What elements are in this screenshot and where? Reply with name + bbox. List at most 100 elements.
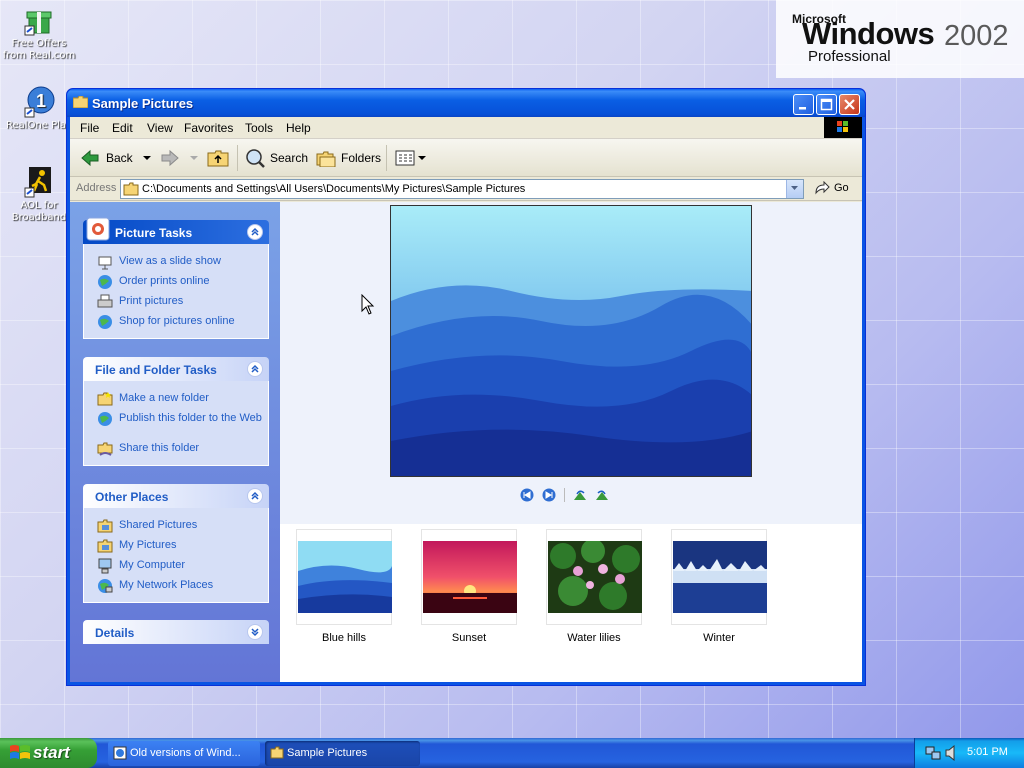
task-pane: Picture Tasks View as a slide show Order (70, 202, 280, 682)
maximize-button[interactable] (816, 94, 837, 115)
previous-image-icon[interactable] (520, 488, 534, 502)
taskbar-button-sample-pictures[interactable]: Sample Pictures (265, 741, 420, 766)
panel-body: Make a new folder Publish this folder to… (83, 381, 269, 466)
rotate-clockwise-icon[interactable] (573, 488, 587, 502)
task-publish-web[interactable]: Publish this folder to the Web (84, 409, 268, 439)
task-order-prints[interactable]: Order prints online (84, 272, 268, 292)
search-label: Search (270, 151, 309, 165)
toolbar-separator (237, 145, 238, 171)
collapse-chevron-icon[interactable] (247, 488, 263, 504)
thumbnail-label: Sunset (451, 632, 487, 644)
place-my-pictures[interactable]: My Pictures (84, 536, 268, 556)
filmstrip-controls (520, 487, 609, 503)
collapse-chevron-icon[interactable] (247, 224, 263, 240)
minimize-button[interactable] (793, 94, 814, 115)
folder-icon (123, 182, 139, 196)
window-body: File Edit View Favorites Tools Help Back (70, 117, 862, 682)
chevron-down-icon (142, 156, 151, 160)
task-label: Publish this folder to the Web (119, 412, 262, 424)
thumbnail-sunset[interactable] (421, 529, 517, 625)
task-label: Order prints online (119, 275, 210, 287)
slideshow-icon (98, 256, 112, 270)
task-shop-pictures[interactable]: Shop for pictures online (84, 312, 268, 332)
place-shared-pictures[interactable]: Shared Pictures (84, 516, 268, 536)
other-places-panel: Other Places Shared Pictures My Pictures (83, 484, 269, 603)
menu-tools[interactable]: Tools (245, 121, 273, 135)
title-bar[interactable]: Sample Pictures (67, 89, 865, 117)
clock[interactable]: 5:01 PM (967, 746, 1008, 758)
aol-runner-icon (23, 166, 55, 198)
menu-view[interactable]: View (147, 121, 173, 135)
filmstrip-preview-area (280, 202, 862, 524)
chevron-down-icon (190, 156, 198, 160)
panel-body: View as a slide show Order prints online… (83, 244, 269, 339)
views-button[interactable] (395, 148, 427, 168)
menu-edit[interactable]: Edit (112, 121, 133, 135)
forward-arrow-icon (161, 149, 179, 167)
go-label: Go (834, 182, 849, 194)
address-bar: Address C:\Documents and Settings\All Us… (70, 177, 862, 201)
rotate-counterclockwise-icon[interactable] (595, 488, 609, 502)
task-print-pictures[interactable]: Print pictures (84, 292, 268, 312)
go-arrow-icon (815, 181, 830, 195)
folders-label: Folders (341, 151, 382, 165)
gift-box-icon (23, 4, 55, 36)
place-my-network-places[interactable]: My Network Places (84, 576, 268, 596)
menu-file[interactable]: File (80, 121, 99, 135)
address-dropdown-button[interactable] (786, 180, 803, 198)
globe-icon (98, 315, 112, 329)
task-share-folder[interactable]: Share this folder (84, 439, 268, 459)
other-places-header[interactable]: Other Places (83, 484, 269, 508)
close-button[interactable] (839, 94, 860, 115)
collapse-chevron-icon[interactable] (247, 361, 263, 377)
windows-brand-logo: Microsoft Windows 2002 Professional (776, 0, 1024, 78)
menu-help[interactable]: Help (286, 121, 311, 135)
volume-tray-icon[interactable] (945, 745, 959, 761)
thumbnail-label: Winter (703, 632, 735, 644)
back-arrow-icon (81, 149, 99, 167)
desktop-icon-free-offers[interactable]: Free Offers from Real.com (0, 4, 78, 62)
folder-icon (72, 95, 89, 109)
expand-chevron-icon[interactable] (247, 624, 263, 640)
start-button[interactable]: start (0, 738, 97, 768)
thumbnail-winter[interactable] (671, 529, 767, 625)
folders-button[interactable]: Folders (316, 148, 381, 168)
views-icon (395, 150, 415, 166)
thumbnail-label: Blue hills (321, 632, 367, 644)
go-button[interactable]: Go (814, 181, 849, 195)
up-folder-button[interactable] (207, 148, 229, 168)
address-input[interactable]: C:\Documents and Settings\All Users\Docu… (120, 179, 804, 199)
folder-icon (270, 746, 284, 759)
my-pictures-folder-icon (97, 539, 113, 553)
menu-favorites[interactable]: Favorites (184, 121, 233, 135)
taskbar-button-old-versions[interactable]: Old versions of Wind... (108, 741, 260, 766)
thumbnail-blue-hills[interactable] (296, 529, 392, 625)
picture-tasks-header[interactable]: Picture Tasks (83, 217, 269, 244)
search-button[interactable]: Search (245, 148, 308, 168)
task-view-slideshow[interactable]: View as a slide show (84, 252, 268, 272)
forward-button[interactable] (160, 148, 200, 168)
details-header[interactable]: Details (83, 620, 269, 644)
taskbar: start Old versions of Wind... Sample Pic… (0, 738, 1024, 768)
next-image-icon[interactable] (542, 488, 556, 502)
task-label: Old versions of Wind... (130, 747, 241, 759)
file-folder-tasks-header[interactable]: File and Folder Tasks (83, 357, 269, 381)
realone-player-icon: 1 (23, 86, 55, 118)
back-button[interactable]: Back (80, 148, 153, 168)
start-label: start (33, 743, 70, 762)
folders-icon (316, 151, 336, 167)
internet-explorer-icon (113, 746, 127, 760)
task-label: View as a slide show (119, 255, 221, 267)
selected-image-preview[interactable] (390, 205, 752, 477)
place-label: My Network Places (119, 579, 214, 591)
task-new-folder[interactable]: Make a new folder (84, 389, 268, 409)
panel-title: Details (95, 626, 135, 640)
task-label: Share this folder (119, 442, 200, 454)
controls-separator (564, 488, 565, 502)
explorer-window: Sample Pictures File Edit View Favorites… (66, 88, 866, 686)
address-path: C:\Documents and Settings\All Users\Docu… (142, 183, 526, 195)
windows-flag-icon (824, 117, 862, 138)
thumbnail-water-lilies[interactable] (546, 529, 642, 625)
place-my-computer[interactable]: My Computer (84, 556, 268, 576)
network-tray-icon[interactable] (925, 745, 941, 761)
